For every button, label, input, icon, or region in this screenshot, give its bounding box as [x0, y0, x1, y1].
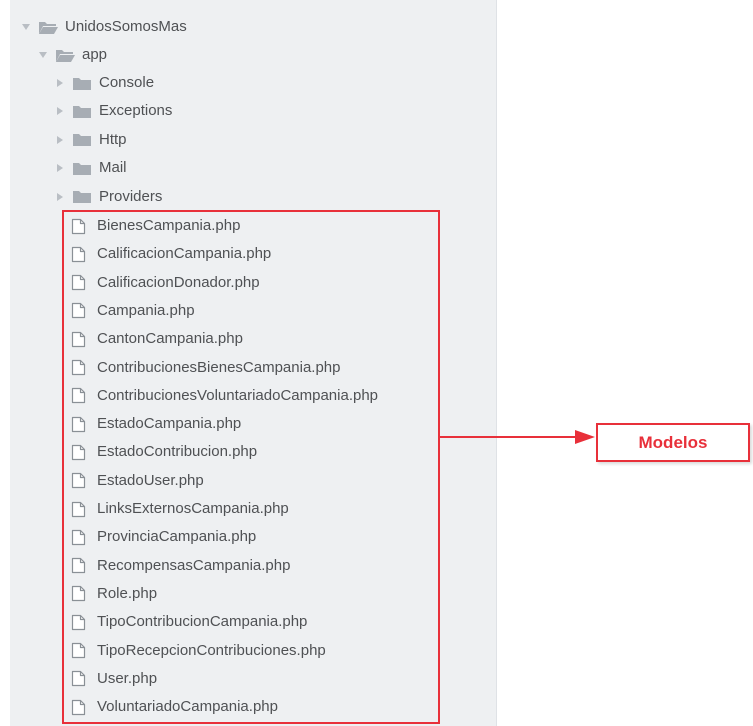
- tree-file-item[interactable]: ProvinciaCampania.php: [71, 523, 256, 551]
- file-icon: [71, 416, 86, 433]
- tree-item-label: CalificacionCampania.php: [97, 245, 272, 263]
- annotation-arrow-line: [440, 436, 580, 438]
- tree-file-item[interactable]: TipoContribucionCampania.php: [71, 608, 307, 636]
- tree-file-item[interactable]: CalificacionDonador.php: [71, 269, 260, 297]
- tree-file-item[interactable]: RecompensasCampania.php: [71, 552, 290, 580]
- tree-item-label: TipoContribucionCampania.php: [97, 613, 308, 631]
- file-icon: [71, 670, 86, 687]
- expand-arrow-right-icon[interactable]: [54, 134, 66, 146]
- tree-item-label: CalificacionDonador.php: [97, 273, 260, 291]
- file-icon: [71, 501, 86, 518]
- annotation-arrow-head-icon: [575, 430, 595, 444]
- file-icon: [71, 302, 86, 319]
- file-icon: [71, 699, 86, 716]
- tree-folder-root[interactable]: UnidosSomosMas: [20, 13, 187, 41]
- file-icon: [71, 585, 86, 602]
- annotation-label: Modelos: [638, 432, 708, 452]
- folder-icon: [72, 161, 92, 176]
- tree-folder-mail[interactable]: Mail: [54, 154, 127, 182]
- tree-file-item[interactable]: CalificacionCampania.php: [71, 240, 271, 268]
- file-icon: [71, 387, 86, 404]
- tree-item-label: ProvinciaCampania.php: [97, 528, 257, 546]
- tree-folder-providers[interactable]: Providers: [54, 183, 162, 211]
- expand-arrow-down-icon[interactable]: [20, 21, 32, 33]
- tree-folder-exceptions[interactable]: Exceptions: [54, 97, 172, 125]
- tree-item-label: EstadoContribucion.php: [97, 443, 258, 461]
- file-icon: [71, 614, 86, 631]
- tree-file-item[interactable]: EstadoUser.php: [71, 467, 204, 495]
- tree-file-item[interactable]: BienesCampania.php: [71, 212, 240, 240]
- tree-item-label: app: [82, 46, 108, 63]
- tree-item-label: EstadoCampania.php: [97, 415, 242, 433]
- tree-file-item[interactable]: EstadoContribucion.php: [71, 438, 257, 466]
- tree-item-label: BienesCampania.php: [97, 217, 241, 234]
- tree-file-item[interactable]: Role.php: [71, 580, 157, 608]
- file-icon: [71, 557, 86, 574]
- tree-file-item[interactable]: LinksExternosCampania.php: [71, 495, 289, 523]
- folder-icon: [72, 76, 92, 91]
- file-icon: [71, 444, 86, 461]
- tree-item-label: VoluntariadoCampania.php: [97, 698, 278, 716]
- tree-file-item[interactable]: Campania.php: [71, 297, 195, 325]
- tree-folder-http[interactable]: Http: [54, 126, 127, 154]
- tree-folder-app[interactable]: app: [37, 41, 107, 69]
- tree-file-item[interactable]: ContribucionesVoluntariadoCampania.php: [71, 382, 378, 410]
- file-icon: [71, 359, 86, 376]
- tree-item-label: RecompensasCampania.php: [97, 556, 291, 574]
- tree-file-item[interactable]: EstadoCampania.php: [71, 410, 241, 438]
- file-tree-panel: UnidosSomosMas app Console Exceptions Http Ma…: [10, 0, 497, 726]
- tree-file-item[interactable]: CantonCampania.php: [71, 325, 243, 353]
- file-icon: [71, 642, 86, 659]
- tree-item-label: TipoRecepcionContribuciones.php: [97, 641, 326, 659]
- expand-arrow-down-icon[interactable]: [37, 49, 49, 61]
- annotation-label-box: Modelos: [596, 423, 750, 462]
- tree-item-label: Exceptions: [99, 102, 173, 120]
- folder-open-icon: [38, 20, 58, 35]
- tree-item-label: Console: [99, 74, 155, 91]
- tree-file-item[interactable]: VoluntariadoCampania.php: [71, 693, 278, 721]
- file-icon: [71, 218, 86, 235]
- expand-arrow-right-icon[interactable]: [54, 162, 66, 174]
- tree-item-label: User.php: [97, 669, 158, 687]
- file-icon: [71, 274, 86, 291]
- file-icon: [71, 246, 86, 263]
- tree-item-label: Http: [99, 130, 127, 148]
- tree-item-label: Mail: [99, 159, 127, 177]
- folder-icon: [72, 132, 92, 147]
- expand-arrow-right-icon[interactable]: [54, 77, 66, 89]
- tree-item-label: ContribucionesVoluntariadoCampania.php: [97, 386, 379, 404]
- tree-file-item[interactable]: TipoRecepcionContribuciones.php: [71, 637, 326, 665]
- file-icon: [71, 472, 86, 489]
- tree-item-label: CantonCampania.php: [97, 330, 243, 348]
- folder-icon: [72, 189, 92, 204]
- tree-file-item[interactable]: User.php: [71, 665, 157, 693]
- tree-item-label: Providers: [99, 187, 163, 205]
- expand-arrow-right-icon[interactable]: [54, 105, 66, 117]
- tree-item-label: ContribucionesBienesCampania.php: [97, 358, 341, 376]
- file-icon: [71, 331, 86, 348]
- tree-folder-console[interactable]: Console: [54, 69, 154, 97]
- tree-item-label: LinksExternosCampania.php: [97, 500, 289, 517]
- tree-item-label: Campania.php: [97, 301, 195, 319]
- tree-item-label: Role.php: [97, 584, 158, 602]
- folder-icon: [72, 104, 92, 119]
- tree-item-label: UnidosSomosMas: [65, 18, 187, 35]
- tree-item-label: EstadoUser.php: [97, 471, 204, 489]
- folder-open-icon: [55, 48, 75, 63]
- tree-file-item[interactable]: ContribucionesBienesCampania.php: [71, 354, 341, 382]
- expand-arrow-right-icon[interactable]: [54, 191, 66, 203]
- file-icon: [71, 529, 86, 546]
